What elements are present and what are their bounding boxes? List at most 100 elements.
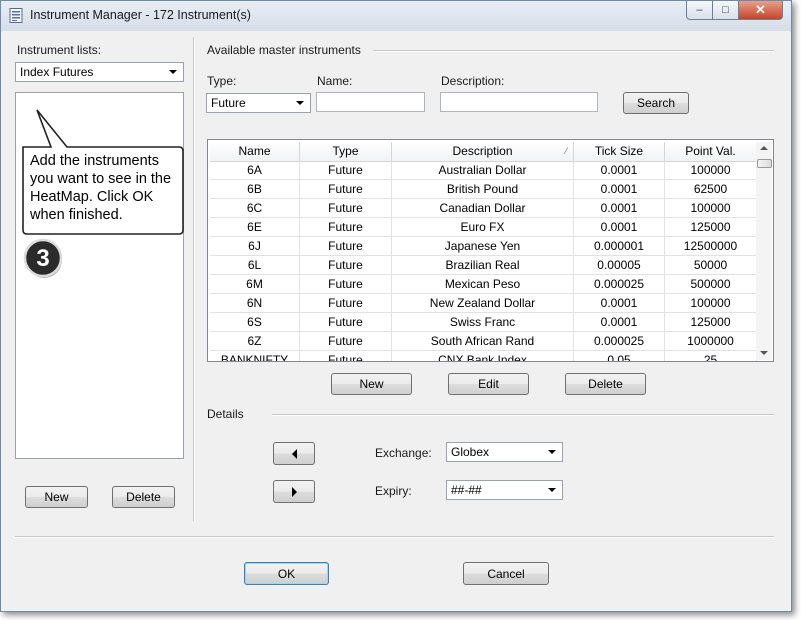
table-row[interactable]: 6J Future Japanese Yen 0.000001 12500000	[210, 237, 757, 256]
cell-tick-size: 0.00005	[574, 256, 665, 275]
exchange-dropdown[interactable]: Globex	[446, 442, 563, 462]
cell-point-val: 100000	[665, 199, 757, 218]
cell-description: Euro FX	[392, 218, 574, 237]
add-to-list-button[interactable]	[273, 480, 315, 503]
cancel-button[interactable]: Cancel	[463, 562, 549, 585]
chevron-down-icon	[548, 450, 556, 454]
cell-tick-size: 0.0001	[574, 294, 665, 313]
table-row[interactable]: 6L Future Brazilian Real 0.00005 50000	[210, 256, 757, 275]
delete-instrument-button[interactable]: Delete	[565, 373, 646, 395]
cell-type: Future	[300, 161, 392, 180]
scroll-up-icon[interactable]	[760, 146, 768, 150]
table-row[interactable]: BANKNIFTY Future CNX Bank Index 0.05 25	[210, 351, 757, 361]
chevron-down-icon	[548, 488, 556, 492]
cell-point-val: 500000	[665, 275, 757, 294]
column-header-tick-size[interactable]: Tick Size	[574, 142, 665, 161]
table-row[interactable]: 6M Future Mexican Peso 0.000025 500000	[210, 275, 757, 294]
cell-tick-size: 0.000025	[574, 275, 665, 294]
scrollbar-thumb[interactable]	[757, 159, 772, 168]
column-header-name[interactable]: Name	[210, 142, 300, 161]
table-row[interactable]: 6A Future Australian Dollar 0.0001 10000…	[210, 161, 757, 180]
cell-name: 6B	[210, 180, 300, 199]
new-instrument-button[interactable]: New	[331, 373, 412, 395]
cell-name: 6M	[210, 275, 300, 294]
close-icon: ✕	[755, 2, 766, 17]
cell-description: Australian Dollar	[392, 161, 574, 180]
panel-divider	[193, 37, 195, 521]
cell-point-val: 50000	[665, 256, 757, 275]
name-input[interactable]	[316, 92, 425, 112]
chevron-down-icon	[296, 101, 304, 105]
details-group-label: Details	[207, 407, 244, 421]
cell-name: BANKNIFTY	[210, 351, 300, 361]
cell-description: South African Rand	[392, 332, 574, 351]
cell-type: Future	[300, 199, 392, 218]
cell-point-val: 125000	[665, 313, 757, 332]
cell-name: 6C	[210, 199, 300, 218]
table-row[interactable]: 6E Future Euro FX 0.0001 125000	[210, 218, 757, 237]
expiry-dropdown[interactable]: ##-##	[446, 480, 563, 500]
column-header-point-val[interactable]: Point Val.	[665, 142, 757, 161]
table-row[interactable]: 6N Future New Zealand Dollar 0.0001 1000…	[210, 294, 757, 313]
scroll-down-icon[interactable]	[760, 351, 768, 355]
minimize-icon: –	[696, 4, 703, 16]
cell-point-val: 100000	[665, 294, 757, 313]
cell-tick-size: 0.0001	[574, 218, 665, 237]
type-label: Type:	[207, 74, 237, 88]
cell-name: 6E	[210, 218, 300, 237]
remove-from-list-button[interactable]	[273, 442, 315, 465]
type-dropdown[interactable]: Future	[206, 93, 311, 113]
exchange-label: Exchange:	[375, 446, 432, 460]
table-row[interactable]: 6Z Future South African Rand 0.000025 10…	[210, 332, 757, 351]
ok-button[interactable]: OK	[244, 562, 329, 585]
description-input[interactable]	[440, 92, 598, 112]
minimize-button[interactable]: –	[686, 1, 713, 20]
grid-header: Name Type Description ⁄ Tick Size Point …	[210, 142, 757, 162]
cell-type: Future	[300, 180, 392, 199]
cell-type: Future	[300, 294, 392, 313]
delete-list-button[interactable]: Delete	[112, 486, 175, 508]
cell-description: CNX Bank Index	[392, 351, 574, 361]
table-row[interactable]: 6S Future Swiss Franc 0.0001 125000	[210, 313, 757, 332]
arrow-left-icon	[291, 448, 297, 459]
step-number-badge: 3	[23, 238, 63, 278]
cell-name: 6N	[210, 294, 300, 313]
table-row[interactable]: 6C Future Canadian Dollar 0.0001 100000	[210, 199, 757, 218]
cell-type: Future	[300, 313, 392, 332]
close-button[interactable]: ✕	[739, 1, 783, 20]
instrument-manager-window: Instrument Manager - 172 Instrument(s) –…	[0, 0, 792, 612]
cell-type: Future	[300, 256, 392, 275]
exchange-selected: Globex	[451, 445, 490, 459]
footer-separator	[15, 536, 774, 538]
master-instruments-group-label: Available master instruments	[207, 43, 361, 57]
cell-name: 6Z	[210, 332, 300, 351]
details-separator	[272, 414, 774, 416]
column-header-description-label: Description	[452, 144, 513, 158]
column-header-type[interactable]: Type	[300, 142, 392, 161]
cell-type: Future	[300, 351, 392, 361]
table-row[interactable]: 6B Future British Pound 0.0001 62500	[210, 180, 757, 199]
cell-name: 6J	[210, 237, 300, 256]
grid-vertical-scrollbar[interactable]	[756, 142, 772, 360]
instruments-grid[interactable]: Name Type Description ⁄ Tick Size Point …	[207, 139, 774, 362]
cell-type: Future	[300, 218, 392, 237]
cell-tick-size: 0.000001	[574, 237, 665, 256]
cell-tick-size: 0.05	[574, 351, 665, 361]
cell-description: Mexican Peso	[392, 275, 574, 294]
column-header-description[interactable]: Description ⁄	[392, 142, 574, 161]
step-number: 3	[36, 245, 49, 272]
cell-point-val: 125000	[665, 218, 757, 237]
search-button[interactable]: Search	[623, 92, 689, 114]
cell-description: New Zealand Dollar	[392, 294, 574, 313]
cell-type: Future	[300, 275, 392, 294]
cell-name: 6A	[210, 161, 300, 180]
cell-point-val: 25	[665, 351, 757, 361]
cell-tick-size: 0.000025	[574, 332, 665, 351]
new-list-button[interactable]: New	[25, 486, 88, 508]
cell-point-val: 1000000	[665, 332, 757, 351]
cell-description: Canadian Dollar	[392, 199, 574, 218]
cell-point-val: 62500	[665, 180, 757, 199]
edit-instrument-button[interactable]: Edit	[448, 373, 529, 395]
expiry-label: Expiry:	[375, 484, 412, 498]
maximize-button[interactable]: □	[713, 1, 739, 20]
